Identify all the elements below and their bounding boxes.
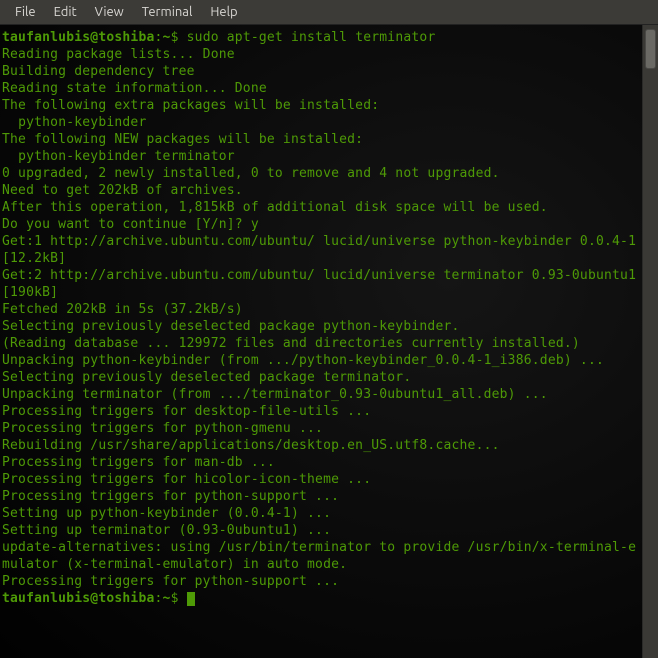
prompt-path: ~ <box>163 30 171 45</box>
command-text: sudo apt-get install terminator <box>187 30 436 45</box>
output-line: python-keybinder <box>2 114 640 131</box>
scroll-thumb[interactable] <box>645 29 656 69</box>
output-line: python-keybinder terminator <box>2 148 640 165</box>
terminal-container: taufanlubis@toshiba:~$ sudo apt-get inst… <box>0 25 658 658</box>
output-line: The following NEW packages will be insta… <box>2 131 640 148</box>
output-line: Do you want to continue [Y/n]? y <box>2 216 640 233</box>
prompt-path: ~ <box>163 591 171 606</box>
prompt-line: taufanlubis@toshiba:~$ <box>2 590 640 607</box>
output-line: The following extra packages will be ins… <box>2 97 640 114</box>
output-line: Need to get 202kB of archives. <box>2 182 640 199</box>
menu-edit[interactable]: Edit <box>45 2 86 22</box>
menu-file[interactable]: File <box>6 2 45 22</box>
output-line: Setting up python-keybinder (0.0.4-1) ..… <box>2 505 640 522</box>
menu-help[interactable]: Help <box>201 2 246 22</box>
menu-view[interactable]: View <box>86 2 133 22</box>
menubar: File Edit View Terminal Help <box>0 0 658 25</box>
output-line: Get:2 http://archive.ubuntu.com/ubuntu/ … <box>2 267 640 301</box>
output-line: update-alternatives: using /usr/bin/term… <box>2 539 640 573</box>
output-line: (Reading database ... 129972 files and d… <box>2 335 640 352</box>
output-line: Reading state information... Done <box>2 80 640 97</box>
prompt-line: taufanlubis@toshiba:~$ sudo apt-get inst… <box>2 29 640 46</box>
output-line: Building dependency tree <box>2 63 640 80</box>
output-line: Selecting previously deselected package … <box>2 369 640 386</box>
prompt-user-host: taufanlubis@toshiba <box>2 591 155 606</box>
output-line: Processing triggers for python-gmenu ... <box>2 420 640 437</box>
output-line: Get:1 http://archive.ubuntu.com/ubuntu/ … <box>2 233 640 267</box>
menu-terminal[interactable]: Terminal <box>133 2 202 22</box>
prompt-user-host: taufanlubis@toshiba <box>2 30 155 45</box>
output-line: Unpacking python-keybinder (from .../pyt… <box>2 352 640 369</box>
terminal[interactable]: taufanlubis@toshiba:~$ sudo apt-get inst… <box>0 25 642 658</box>
output-line: Setting up terminator (0.93-0ubuntu1) ..… <box>2 522 640 539</box>
output-line: Processing triggers for desktop-file-uti… <box>2 403 640 420</box>
output-line: Fetched 202kB in 5s (37.2kB/s) <box>2 301 640 318</box>
output-line: Selecting previously deselected package … <box>2 318 640 335</box>
scrollbar[interactable] <box>642 25 658 658</box>
output-line: Rebuilding /usr/share/applications/deskt… <box>2 437 640 454</box>
output-line: Processing triggers for python-support .… <box>2 488 640 505</box>
output-line: Processing triggers for man-db ... <box>2 454 640 471</box>
output-line: Processing triggers for hicolor-icon-the… <box>2 471 640 488</box>
output-line: Unpacking terminator (from .../terminato… <box>2 386 640 403</box>
output-line: Processing triggers for python-support .… <box>2 573 640 590</box>
output-line: After this operation, 1,815kB of additio… <box>2 199 640 216</box>
output-line: 0 upgraded, 2 newly installed, 0 to remo… <box>2 165 640 182</box>
output-line: Reading package lists... Done <box>2 46 640 63</box>
cursor <box>187 592 195 606</box>
